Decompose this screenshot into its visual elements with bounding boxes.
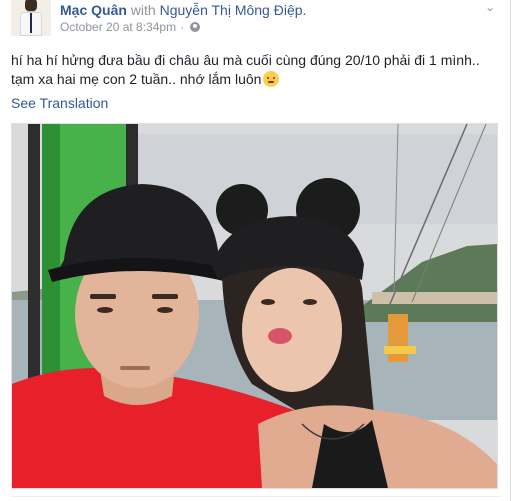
author-name-link[interactable]: Mạc Quân — [60, 2, 127, 18]
meta-separator: · — [180, 20, 185, 34]
photo-illustration — [12, 124, 497, 488]
photo-man-eye-right — [157, 307, 173, 313]
post-message: hí ha hí hửng đưa bầu đi châu âu mà cuối… — [11, 51, 501, 89]
emoji-icon — [263, 71, 280, 87]
message-line-2: tạm xa hai mẹ con 2 tuần.. nhớ lắm luôn — [11, 70, 501, 89]
photo-woman-face — [242, 268, 342, 392]
post-header: Mạc Quân with Nguyễn Thị Mông Điệp. Octo… — [11, 0, 501, 42]
avatar-tie — [30, 13, 32, 33]
photo-man-mouth — [120, 366, 150, 370]
photo-man-brow-left — [90, 294, 116, 299]
photo-man-brow-right — [152, 294, 178, 299]
tagged-person-link[interactable]: Nguyễn Thị Mông Điệp. — [160, 2, 307, 18]
post-meta: October 20 at 8:34pm · — [60, 20, 200, 34]
photo-woman-eye-right — [303, 299, 317, 305]
see-translation-link[interactable]: See Translation — [11, 94, 108, 112]
photo-cable-tower — [388, 314, 408, 362]
photo-tower-base — [384, 346, 416, 354]
avatar-hair — [25, 0, 37, 11]
chevron-down-icon[interactable]: ⌄ — [483, 1, 497, 13]
post-timestamp-link[interactable]: October 20 at 8:34pm — [60, 20, 176, 34]
photo-man-eye-left — [97, 307, 113, 313]
photo-cabin-pillar-shade — [42, 124, 60, 374]
with-label: with — [130, 2, 156, 18]
post-title-line: Mạc Quân with Nguyễn Thị Mông Điệp. — [60, 2, 306, 18]
message-line-2-text: tạm xa hai mẹ con 2 tuần.. nhớ lắm luôn — [11, 71, 262, 87]
photo-woman-eye-left — [261, 299, 275, 305]
post-footer-divider — [11, 496, 501, 497]
post-card: Mạc Quân with Nguyễn Thị Mông Điệp. Octo… — [0, 0, 511, 501]
author-avatar[interactable] — [11, 0, 51, 36]
globe-icon[interactable] — [189, 22, 200, 32]
message-line-1: hí ha hí hửng đưa bầu đi châu âu mà cuối… — [11, 52, 480, 68]
photo-woman-lips — [268, 328, 292, 344]
post-photo[interactable] — [11, 123, 498, 489]
